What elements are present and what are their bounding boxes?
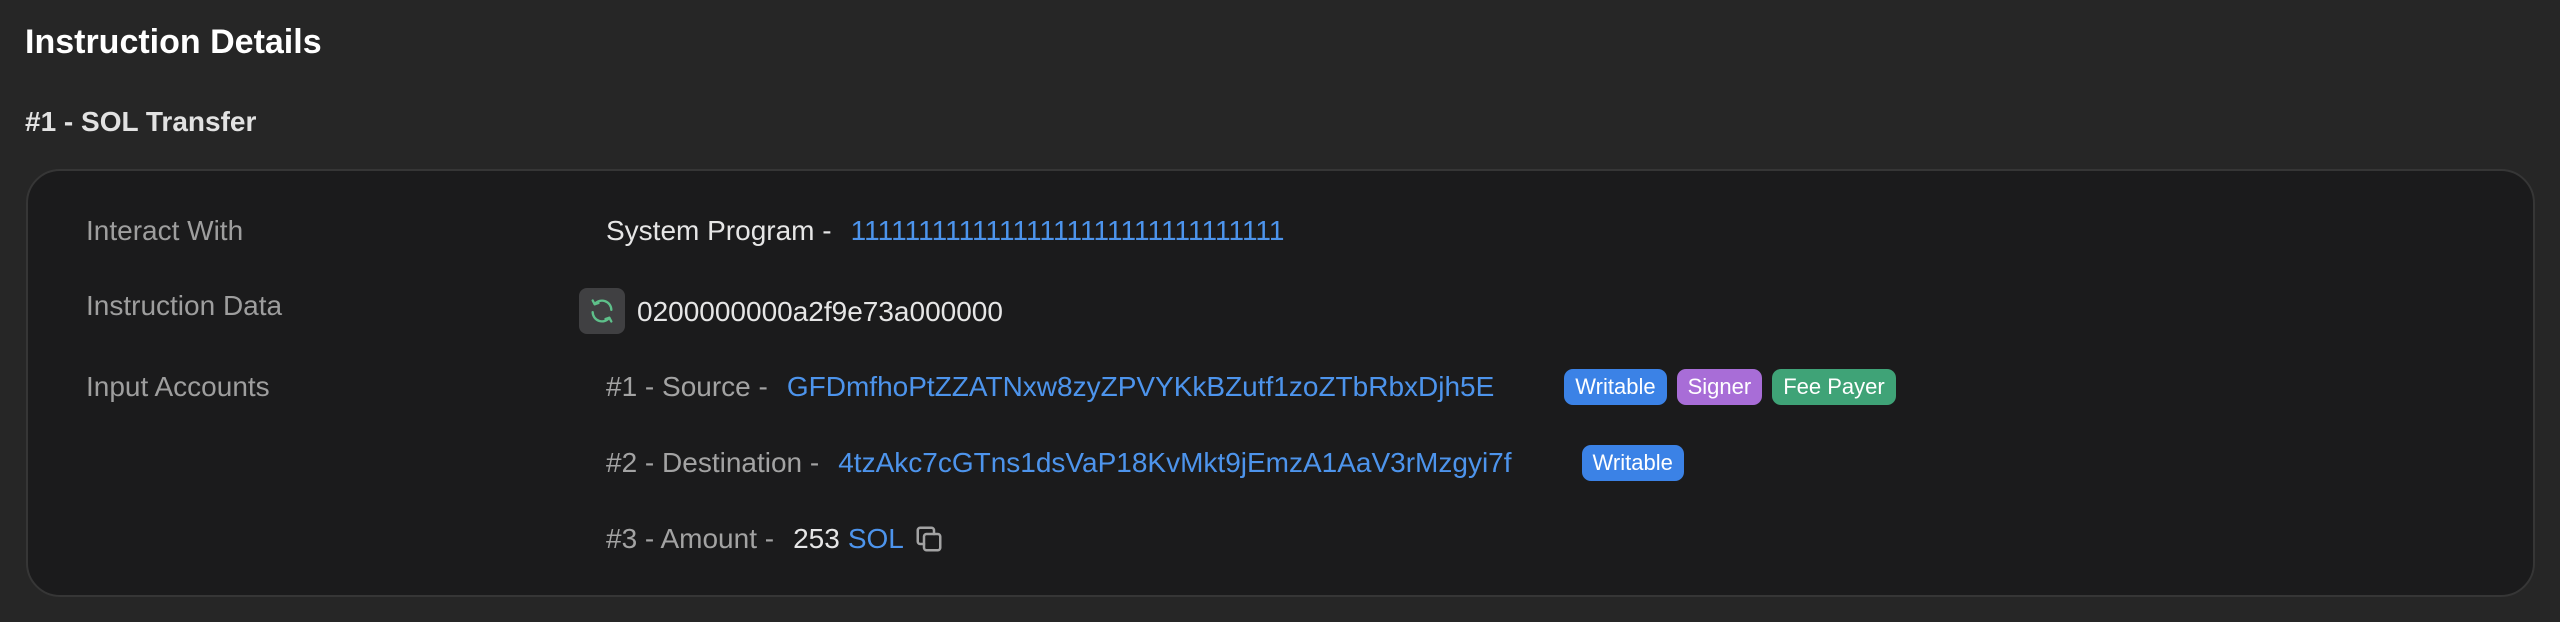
instruction-data-hex: 0200000000a2f9e73a000000	[637, 296, 1003, 327]
page-title: Instruction Details	[25, 23, 322, 61]
instruction-card: Interact With System Program - 111111111…	[26, 169, 2535, 597]
fee-payer-badge: Fee Payer	[1772, 369, 1896, 405]
copy-icon[interactable]	[914, 524, 944, 554]
refresh-button[interactable]	[579, 288, 625, 334]
program-address-link[interactable]: 11111111111111111111111111111111	[851, 211, 1285, 251]
interact-with-label: Interact With	[86, 215, 244, 246]
source-account-row: #1 - Source - GFDmfhoPtZZATNxw8zyZPVYKkB…	[606, 367, 1896, 407]
destination-address-link[interactable]: 4tzAkc7cGTns1dsVaP18KvMkt9jEmzA1AaV3rMzg…	[838, 443, 1511, 483]
source-prefix: #1 - Source -	[606, 371, 768, 402]
amount-unit-link[interactable]: SOL	[848, 519, 904, 559]
refresh-icon	[588, 297, 616, 325]
writable-badge: Writable	[1564, 369, 1667, 405]
amount-row: #3 - Amount - 253 SOL	[606, 519, 944, 559]
signer-badge: Signer	[1676, 369, 1763, 405]
destination-account-row: #2 - Destination - 4tzAkc7cGTns1dsVaP18K…	[606, 443, 1684, 483]
program-name: System Program -	[606, 215, 832, 246]
source-address-link[interactable]: GFDmfhoPtZZATNxw8zyZPVYKkBZutf1zoZTbRbxD…	[787, 367, 1494, 407]
instruction-data-value: 0200000000a2f9e73a000000	[579, 286, 1003, 336]
instruction-details-page: Instruction Details #1 - SOL Transfer In…	[0, 0, 2560, 622]
writable-badge: Writable	[1581, 445, 1684, 481]
instruction-data-label: Instruction Data	[86, 290, 283, 321]
input-accounts-label: Input Accounts	[86, 371, 270, 402]
amount-prefix: #3 - Amount -	[606, 523, 775, 554]
instruction-title: #1 - SOL Transfer	[25, 106, 257, 137]
destination-prefix: #2 - Destination -	[606, 447, 820, 478]
interact-with-value: System Program - 11111111111111111111111…	[606, 211, 1285, 251]
amount-value: 253	[793, 523, 840, 554]
